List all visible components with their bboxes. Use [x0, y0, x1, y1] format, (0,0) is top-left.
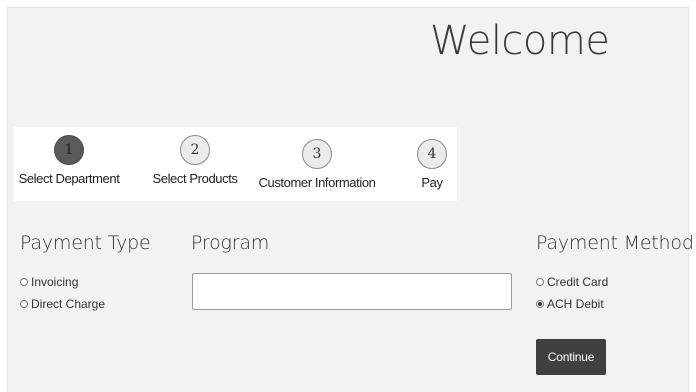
- payment-type-title: Payment Type: [20, 232, 151, 254]
- continue-button[interactable]: Continue: [536, 339, 606, 375]
- invoicing-label: Invoicing: [31, 275, 79, 289]
- radio-ach-debit[interactable]: ACH Debit: [536, 297, 604, 311]
- radio-direct-charge[interactable]: Direct Charge: [20, 297, 105, 311]
- radio-credit-card[interactable]: Credit Card: [536, 275, 608, 289]
- program-title: Program: [191, 232, 270, 254]
- program-input[interactable]: [192, 273, 512, 310]
- direct-charge-label: Direct Charge: [31, 297, 106, 311]
- step-3-label: Customer Information: [258, 175, 376, 190]
- step-select-products[interactable]: 2 Select Products: [146, 127, 244, 186]
- step-2-circle: 2: [180, 135, 210, 165]
- step-1-label: Select Department: [18, 171, 120, 186]
- step-3-circle: 3: [302, 139, 332, 169]
- radio-invoicing[interactable]: Invoicing: [20, 275, 78, 289]
- page-title: Welcome: [430, 18, 610, 64]
- credit-card-label: Credit Card: [547, 275, 609, 289]
- step-4-label: Pay: [421, 175, 443, 190]
- step-customer-information[interactable]: 3 Customer Information: [256, 127, 378, 190]
- payment-method-title: Payment Method: [536, 232, 694, 254]
- step-1-circle: 1: [54, 135, 84, 165]
- ach-debit-radio-icon[interactable]: [536, 300, 544, 308]
- step-select-department[interactable]: 1 Select Department: [14, 127, 124, 186]
- step-4-circle: 4: [417, 139, 447, 169]
- ach-debit-label: ACH Debit: [547, 297, 604, 311]
- invoicing-radio-icon[interactable]: [20, 278, 28, 286]
- progress-stepper: 1 Select Department 2 Select Products 3 …: [14, 127, 457, 201]
- direct-charge-radio-icon[interactable]: [20, 300, 28, 308]
- step-2-label: Select Products: [152, 171, 238, 186]
- credit-card-radio-icon[interactable]: [536, 278, 544, 286]
- step-pay[interactable]: 4 Pay: [412, 127, 452, 190]
